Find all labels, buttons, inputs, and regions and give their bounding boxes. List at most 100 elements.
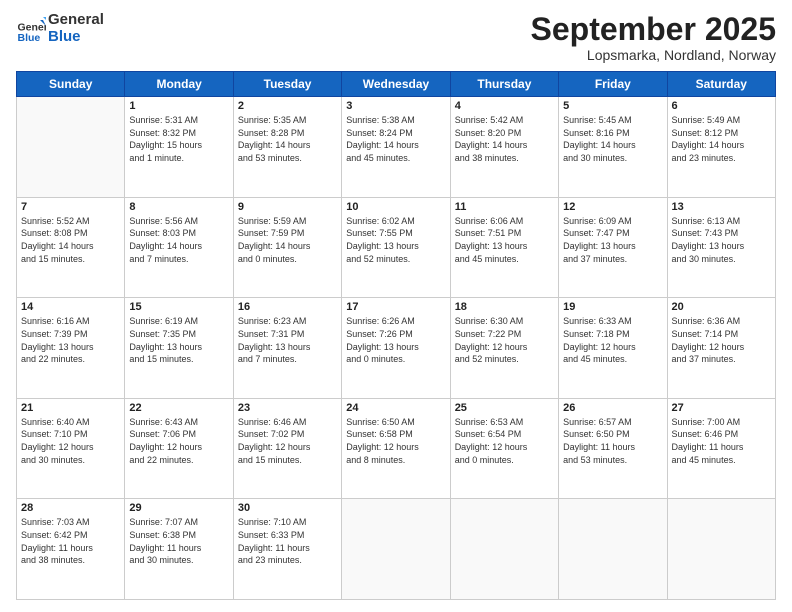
calendar-cell: 2 Sunrise: 5:35 AMSunset: 8:28 PMDaylight… xyxy=(233,97,341,198)
day-info: Sunrise: 5:56 AMSunset: 8:03 PMDaylight:… xyxy=(129,215,228,265)
calendar-cell: 13Sunrise: 6:13 AMSunset: 7:43 PMDayligh… xyxy=(667,197,775,298)
day-number: 25 xyxy=(455,402,554,414)
calendar-cell: 15Sunrise: 6:19 AMSunset: 7:35 PMDayligh… xyxy=(125,298,233,399)
day-number: 8 xyxy=(129,201,228,213)
calendar-cell: 19 Sunrise: 6:33 AMSunset: 7:18 PMDayligh… xyxy=(559,298,667,399)
day-info: Sunrise: 7:03 AMSunset: 6:42 PMDaylight:… xyxy=(21,516,120,566)
calendar-cell: 17Sunrise: 6:26 AMSunset: 7:26 PMDayligh… xyxy=(342,298,450,399)
calendar-cell: 5Sunrise: 5:45 AMSunset: 8:16 PMDaylight… xyxy=(559,97,667,198)
day-info: Sunrise: 6:02 AMSunset: 7:55 PMDaylight:… xyxy=(346,215,445,265)
day-info: Sunrise: 6:43 AMSunset: 7:06 PMDaylight:… xyxy=(129,416,228,466)
calendar-cell: 21 Sunrise: 6:40 AMSunset: 7:10 PMDayligh… xyxy=(17,398,125,499)
day-info: Sunrise: 5:42 AMSunset: 8:20 PMDaylight:… xyxy=(455,114,554,164)
day-number: 28 xyxy=(21,502,120,514)
calendar-cell: 22 Sunrise: 6:43 AMSunset: 7:06 PMDayligh… xyxy=(125,398,233,499)
day-number: 2 xyxy=(238,100,337,112)
day-info: Sunrise: 7:00 AMSunset: 6:46 PMDaylight:… xyxy=(672,416,771,466)
day-info: Sunrise: 5:31 AMSunset: 8:32 PMDaylight:… xyxy=(129,114,228,164)
calendar-cell: 8 Sunrise: 5:56 AMSunset: 8:03 PMDaylight… xyxy=(125,197,233,298)
col-tuesday: Tuesday xyxy=(233,72,341,97)
day-number: 29 xyxy=(129,502,228,514)
day-number: 22 xyxy=(129,402,228,414)
calendar-cell xyxy=(559,499,667,600)
calendar-cell: 7 Sunrise: 5:52 AMSunset: 8:08 PMDaylight… xyxy=(17,197,125,298)
day-number: 17 xyxy=(346,301,445,313)
page: General Blue General Blue September 2025… xyxy=(0,0,792,612)
logo: General Blue General Blue xyxy=(16,12,104,45)
header: General Blue General Blue September 2025… xyxy=(16,12,776,63)
day-info: Sunrise: 5:45 AMSunset: 8:16 PMDaylight:… xyxy=(563,114,662,164)
logo-icon: General Blue xyxy=(16,14,46,44)
col-thursday: Thursday xyxy=(450,72,558,97)
col-sunday: Sunday xyxy=(17,72,125,97)
calendar-cell: 30 Sunrise: 7:10 AMSunset: 6:33 PMDayligh… xyxy=(233,499,341,600)
day-number: 21 xyxy=(21,402,120,414)
day-info: Sunrise: 6:16 AMSunset: 7:39 PMDaylight:… xyxy=(21,315,120,365)
calendar-cell: 10 Sunrise: 6:02 AMSunset: 7:55 PMDayligh… xyxy=(342,197,450,298)
month-title: September 2025 xyxy=(531,12,776,47)
calendar-cell: 12Sunrise: 6:09 AMSunset: 7:47 PMDayligh… xyxy=(559,197,667,298)
day-number: 10 xyxy=(346,201,445,213)
calendar-week-row: 14 Sunrise: 6:16 AMSunset: 7:39 PMDayligh… xyxy=(17,298,776,399)
day-number: 30 xyxy=(238,502,337,514)
calendar-cell: 1 Sunrise: 5:31 AMSunset: 8:32 PMDaylight… xyxy=(125,97,233,198)
day-info: Sunrise: 6:33 AMSunset: 7:18 PMDaylight:… xyxy=(563,315,662,365)
calendar-cell: 25 Sunrise: 6:53 AMSunset: 6:54 PMDayligh… xyxy=(450,398,558,499)
day-number: 3 xyxy=(346,100,445,112)
calendar-week-row: 28 Sunrise: 7:03 AMSunset: 6:42 PMDayligh… xyxy=(17,499,776,600)
calendar-week-row: 1 Sunrise: 5:31 AMSunset: 8:32 PMDaylight… xyxy=(17,97,776,198)
calendar-cell xyxy=(450,499,558,600)
day-number: 7 xyxy=(21,201,120,213)
day-number: 24 xyxy=(346,402,445,414)
calendar-cell: 24 Sunrise: 6:50 AMSunset: 6:58 PMDayligh… xyxy=(342,398,450,499)
day-number: 18 xyxy=(455,301,554,313)
day-info: Sunrise: 6:36 AMSunset: 7:14 PMDaylight:… xyxy=(672,315,771,365)
day-number: 11 xyxy=(455,201,554,213)
col-wednesday: Wednesday xyxy=(342,72,450,97)
day-info: Sunrise: 7:07 AMSunset: 6:38 PMDaylight:… xyxy=(129,516,228,566)
calendar-week-row: 21 Sunrise: 6:40 AMSunset: 7:10 PMDayligh… xyxy=(17,398,776,499)
day-number: 19 xyxy=(563,301,662,313)
day-info: Sunrise: 6:40 AMSunset: 7:10 PMDaylight:… xyxy=(21,416,120,466)
day-info: Sunrise: 6:50 AMSunset: 6:58 PMDaylight:… xyxy=(346,416,445,466)
day-info: Sunrise: 5:52 AMSunset: 8:08 PMDaylight:… xyxy=(21,215,120,265)
title-block: September 2025 Lopsmarka, Nordland, Norw… xyxy=(531,12,776,63)
day-number: 9 xyxy=(238,201,337,213)
day-number: 16 xyxy=(238,301,337,313)
calendar-cell: 27Sunrise: 7:00 AMSunset: 6:46 PMDayligh… xyxy=(667,398,775,499)
calendar-cell: 29 Sunrise: 7:07 AMSunset: 6:38 PMDayligh… xyxy=(125,499,233,600)
calendar-cell: 9Sunrise: 5:59 AMSunset: 7:59 PMDaylight… xyxy=(233,197,341,298)
calendar-cell: 16Sunrise: 6:23 AMSunset: 7:31 PMDayligh… xyxy=(233,298,341,399)
day-number: 23 xyxy=(238,402,337,414)
day-number: 20 xyxy=(672,301,771,313)
location: Lopsmarka, Nordland, Norway xyxy=(531,47,776,63)
day-info: Sunrise: 5:38 AMSunset: 8:24 PMDaylight:… xyxy=(346,114,445,164)
calendar-cell: 14 Sunrise: 6:16 AMSunset: 7:39 PMDayligh… xyxy=(17,298,125,399)
col-saturday: Saturday xyxy=(667,72,775,97)
calendar-header-row: Sunday Monday Tuesday Wednesday Thursday… xyxy=(17,72,776,97)
day-info: Sunrise: 5:49 AMSunset: 8:12 PMDaylight:… xyxy=(672,114,771,164)
col-monday: Monday xyxy=(125,72,233,97)
calendar-cell xyxy=(667,499,775,600)
calendar-cell: 18Sunrise: 6:30 AMSunset: 7:22 PMDayligh… xyxy=(450,298,558,399)
day-info: Sunrise: 6:19 AMSunset: 7:35 PMDaylight:… xyxy=(129,315,228,365)
day-number: 1 xyxy=(129,100,228,112)
calendar-cell: 23Sunrise: 6:46 AMSunset: 7:02 PMDayligh… xyxy=(233,398,341,499)
calendar-table: Sunday Monday Tuesday Wednesday Thursday… xyxy=(16,71,776,600)
calendar-cell: 3 Sunrise: 5:38 AMSunset: 8:24 PMDaylight… xyxy=(342,97,450,198)
day-number: 14 xyxy=(21,301,120,313)
logo-blue: Blue xyxy=(48,29,104,46)
col-friday: Friday xyxy=(559,72,667,97)
calendar-cell: 20 Sunrise: 6:36 AMSunset: 7:14 PMDayligh… xyxy=(667,298,775,399)
day-info: Sunrise: 6:53 AMSunset: 6:54 PMDaylight:… xyxy=(455,416,554,466)
calendar-cell: 28 Sunrise: 7:03 AMSunset: 6:42 PMDayligh… xyxy=(17,499,125,600)
day-number: 6 xyxy=(672,100,771,112)
logo-general: General xyxy=(48,12,104,29)
calendar-cell: 26Sunrise: 6:57 AMSunset: 6:50 PMDayligh… xyxy=(559,398,667,499)
day-info: Sunrise: 6:57 AMSunset: 6:50 PMDaylight:… xyxy=(563,416,662,466)
day-info: Sunrise: 7:10 AMSunset: 6:33 PMDaylight:… xyxy=(238,516,337,566)
day-info: Sunrise: 6:06 AMSunset: 7:51 PMDaylight:… xyxy=(455,215,554,265)
svg-text:Blue: Blue xyxy=(18,32,41,44)
day-info: Sunrise: 5:35 AMSunset: 8:28 PMDaylight:… xyxy=(238,114,337,164)
day-info: Sunrise: 6:09 AMSunset: 7:47 PMDaylight:… xyxy=(563,215,662,265)
